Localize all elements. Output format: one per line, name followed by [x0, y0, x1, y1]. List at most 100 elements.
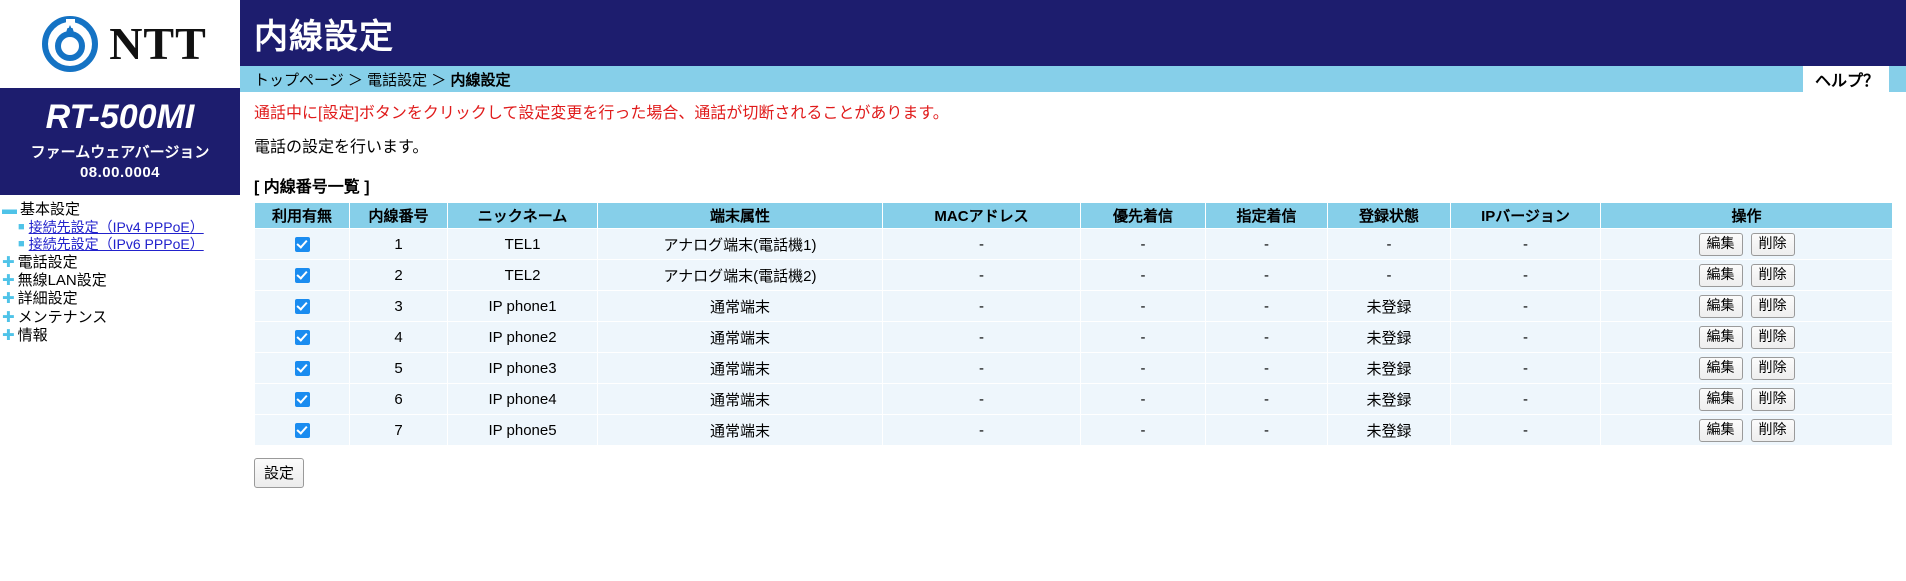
edit-button[interactable]: 編集 — [1698, 233, 1743, 256]
plus-icon: ✚ — [2, 308, 15, 326]
sidebar-item-label: メンテナンス — [17, 308, 108, 326]
cell-attribute: 通常端末 — [597, 290, 883, 323]
sidebar-nav: ▬ 基本設定 ■ 接続先設定（IPv4 PPPoE） ■ 接続先設定（IPv6 … — [0, 195, 240, 346]
page-title-bar: 内線設定 — [240, 0, 1906, 66]
cell-designated: - — [1205, 352, 1328, 385]
enable-checkbox[interactable] — [294, 268, 310, 284]
cell-nickname: IP phone5 — [447, 414, 598, 447]
edit-button[interactable]: 編集 — [1698, 419, 1743, 442]
column-header-mac: MACアドレス — [882, 202, 1081, 230]
breadcrumb: トップページ ＞ 電話設定 ＞ 内線設定 — [254, 69, 510, 90]
extension-table-body: 1 TEL1 アナログ端末(電話機1) - - - - - 編集 削除 2 TEL2 アナログ端末(電話… — [254, 228, 1893, 447]
delete-button[interactable]: 削除 — [1750, 388, 1795, 411]
cell-ipversion: - — [1450, 414, 1601, 447]
cell-attribute: 通常端末 — [597, 414, 883, 447]
column-header-nickname: ニックネーム — [447, 202, 598, 230]
operation-buttons: 編集 削除 — [1601, 388, 1892, 411]
table-row: 1 TEL1 アナログ端末(電話機1) - - - - - 編集 削除 — [254, 228, 1893, 261]
cell-number: 5 — [349, 352, 448, 385]
apply-settings-button[interactable]: 設定 — [254, 458, 305, 489]
cell-designated: - — [1205, 259, 1328, 292]
operation-buttons: 編集 削除 — [1601, 295, 1892, 318]
extension-table-wrapper: 利用有無 内線番号 ニックネーム 端末属性 MACアドレス 優先着信 指定着信 … — [240, 202, 1906, 447]
plus-icon: ✚ — [2, 272, 15, 290]
breadcrumb-bar: トップページ ＞ 電話設定 ＞ 内線設定 ヘルプ？ — [240, 66, 1906, 92]
square-bullet-icon: ■ — [18, 238, 25, 251]
extension-number-table: 利用有無 内線番号 ニックネーム 端末属性 MACアドレス 優先着信 指定着信 … — [254, 202, 1893, 447]
column-header-enabled: 利用有無 — [254, 202, 350, 230]
edit-button[interactable]: 編集 — [1698, 388, 1743, 411]
page-description: 電話の設定を行います。 — [254, 139, 429, 157]
cell-attribute: 通常端末 — [597, 321, 883, 354]
sidebar-item-telephone-settings[interactable]: ✚ 電話設定 — [0, 254, 240, 272]
enable-checkbox[interactable] — [294, 423, 310, 439]
cell-operations: 編集 削除 — [1600, 259, 1893, 292]
edit-button[interactable]: 編集 — [1698, 264, 1743, 287]
enable-checkbox[interactable] — [294, 361, 310, 377]
sidebar-item-wireless-lan-settings[interactable]: ✚ 無線LAN設定 — [0, 272, 240, 290]
sidebar: NTT RT-500MI ファームウェアバージョン 08.00.0004 ▬ 基… — [0, 0, 240, 581]
cell-registration: - — [1327, 228, 1451, 261]
delete-button[interactable]: 削除 — [1750, 326, 1795, 349]
enable-checkbox[interactable] — [294, 299, 310, 315]
enable-checkbox[interactable] — [294, 392, 310, 408]
cell-priority: - — [1080, 228, 1206, 261]
delete-button[interactable]: 削除 — [1750, 264, 1795, 287]
edit-button[interactable]: 編集 — [1698, 357, 1743, 380]
cell-enabled — [254, 383, 350, 416]
cell-ipversion: - — [1450, 290, 1601, 323]
plus-icon: ✚ — [2, 327, 15, 345]
enable-checkbox[interactable] — [294, 237, 310, 253]
cell-priority: - — [1080, 321, 1206, 354]
sidebar-subitem-ipv4-pppoe[interactable]: ■ 接続先設定（IPv4 PPPoE） — [0, 219, 240, 237]
cell-priority: - — [1080, 259, 1206, 292]
sidebar-subitem-label[interactable]: 接続先設定（IPv4 PPPoE） — [29, 219, 204, 237]
help-button[interactable]: ヘルプ？ — [1802, 66, 1889, 92]
firmware-version: 08.00.0004 — [79, 163, 161, 181]
cell-operations: 編集 削除 — [1600, 383, 1893, 416]
cell-registration: - — [1327, 259, 1451, 292]
ntt-swirl-logo-icon — [41, 15, 99, 73]
breadcrumb-item-telephone[interactable]: 電話設定 — [367, 72, 427, 89]
cell-registration: 未登録 — [1327, 290, 1451, 323]
plus-icon: ✚ — [2, 290, 15, 308]
column-header-operations: 操作 — [1600, 202, 1893, 230]
sidebar-item-basic-settings[interactable]: ▬ 基本設定 — [0, 201, 240, 219]
sidebar-subitem-label[interactable]: 接続先設定（IPv6 PPPoE） — [29, 236, 204, 254]
cell-attribute: 通常端末 — [597, 383, 883, 416]
cell-nickname: IP phone4 — [447, 383, 598, 416]
cell-priority: - — [1080, 414, 1206, 447]
model-name: RT-500MI — [45, 98, 195, 136]
sidebar-item-label: 無線LAN設定 — [17, 272, 107, 290]
dash-icon: ▬ — [2, 200, 17, 218]
section-label-extension-list: [ 内線番号一覧 ] — [254, 179, 370, 197]
cell-mac: - — [882, 321, 1081, 354]
delete-button[interactable]: 削除 — [1750, 419, 1795, 442]
cell-number: 6 — [349, 383, 448, 416]
cell-mac: - — [882, 383, 1081, 416]
delete-button[interactable]: 削除 — [1750, 295, 1795, 318]
table-row: 4 IP phone2 通常端末 - - - 未登録 - 編集 削除 — [254, 321, 1893, 354]
breadcrumb-separator: ＞ — [347, 71, 363, 89]
delete-button[interactable]: 削除 — [1750, 357, 1795, 380]
column-header-registration: 登録状態 — [1327, 202, 1451, 230]
cell-nickname: IP phone3 — [447, 352, 598, 385]
enable-checkbox[interactable] — [294, 330, 310, 346]
table-row: 3 IP phone1 通常端末 - - - 未登録 - 編集 削除 — [254, 290, 1893, 323]
breadcrumb-item-top[interactable]: トップページ — [254, 72, 344, 89]
sidebar-item-information[interactable]: ✚ 情報 — [0, 327, 240, 345]
plus-icon: ✚ — [2, 253, 15, 271]
sidebar-item-label: 詳細設定 — [17, 290, 78, 308]
sidebar-item-maintenance[interactable]: ✚ メンテナンス — [0, 309, 240, 327]
delete-button[interactable]: 削除 — [1750, 233, 1795, 256]
sidebar-subitem-ipv6-pppoe[interactable]: ■ 接続先設定（IPv6 PPPoE） — [0, 236, 240, 254]
cell-registration: 未登録 — [1327, 383, 1451, 416]
breadcrumb-separator: ＞ — [431, 71, 447, 89]
cell-enabled — [254, 228, 350, 261]
cell-attribute: アナログ端末(電話機1) — [597, 228, 883, 261]
sidebar-item-advanced-settings[interactable]: ✚ 詳細設定 — [0, 290, 240, 308]
edit-button[interactable]: 編集 — [1698, 326, 1743, 349]
cell-number: 7 — [349, 414, 448, 447]
operation-buttons: 編集 削除 — [1601, 264, 1892, 287]
edit-button[interactable]: 編集 — [1698, 295, 1743, 318]
